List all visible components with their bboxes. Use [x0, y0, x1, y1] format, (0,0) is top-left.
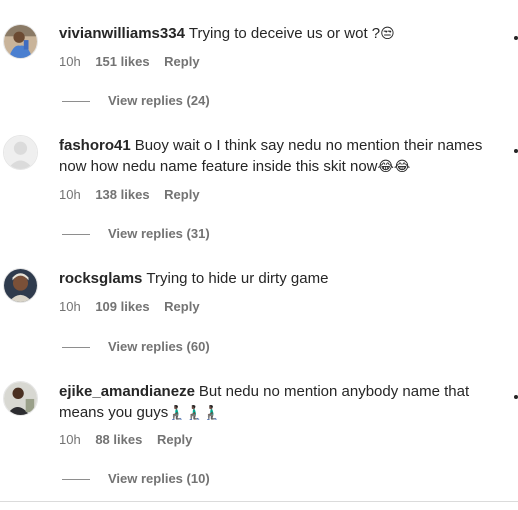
comment-time[interactable]: 10h	[59, 432, 81, 447]
username-link[interactable]: fashoro41	[59, 137, 131, 154]
comment-body: Trying to deceive us or wot ?	[188, 25, 381, 42]
username-link[interactable]: vivianwilliams334	[59, 25, 185, 42]
man-portrait-avatar-icon	[4, 382, 37, 415]
replies-divider	[62, 347, 90, 349]
avatar[interactable]	[3, 135, 38, 170]
default-avatar-icon	[4, 136, 37, 169]
likes-count[interactable]: 138 likes	[95, 187, 149, 202]
comment-body: Trying to hide ur dirty game	[146, 270, 329, 287]
reply-button[interactable]: Reply	[164, 187, 199, 202]
comment-text: fashoro41 Buoy wait o I think say nedu no…	[59, 135, 505, 178]
comment-time[interactable]: 10h	[59, 187, 81, 202]
woman-portrait-avatar-icon	[4, 269, 37, 302]
view-replies-label: View replies (31)	[108, 226, 210, 241]
comment-emoji: 😂😂	[377, 159, 411, 175]
comment-meta: 10h 88 likes Reply	[59, 432, 203, 448]
view-replies-label: View replies (60)	[108, 339, 210, 354]
replies-divider	[62, 101, 90, 103]
view-replies-button[interactable]: View replies (24)	[62, 93, 210, 109]
replies-divider	[62, 234, 90, 236]
view-replies-button[interactable]: View replies (10)	[62, 471, 210, 487]
avatar[interactable]	[3, 381, 38, 416]
avatar[interactable]	[3, 24, 38, 59]
bottom-divider	[0, 501, 518, 502]
comment-text: ejike_amandianeze But nedu no mention any…	[59, 381, 505, 424]
comment-meta: 10h 138 likes Reply	[59, 187, 211, 203]
reply-button[interactable]: Reply	[157, 432, 192, 447]
woman-in-blue-avatar-icon	[4, 25, 37, 58]
reply-button[interactable]: Reply	[164, 54, 199, 69]
comment-text: vivianwilliams334 Trying to deceive us or…	[59, 23, 505, 45]
comment-emoji: 😒	[380, 26, 395, 42]
comment-time[interactable]: 10h	[59, 54, 81, 69]
view-replies-label: View replies (10)	[108, 471, 210, 486]
more-options-icon[interactable]	[514, 36, 518, 40]
likes-count[interactable]: 109 likes	[95, 299, 149, 314]
comment-meta: 10h 109 likes Reply	[59, 299, 211, 315]
username-link[interactable]: rocksglams	[59, 270, 142, 287]
username-link[interactable]: ejike_amandianeze	[59, 383, 195, 400]
comment-text: rocksglams Trying to hide ur dirty game	[59, 268, 505, 289]
comment-emoji: 🧎🏿‍♂️🧎🏿‍♂️🧎🏿‍♂️	[168, 405, 221, 421]
likes-count[interactable]: 151 likes	[95, 54, 149, 69]
replies-divider	[62, 479, 90, 481]
more-options-icon[interactable]	[514, 149, 518, 153]
likes-count[interactable]: 88 likes	[95, 432, 142, 447]
comment-meta: 10h 151 likes Reply	[59, 54, 211, 70]
comment-time[interactable]: 10h	[59, 299, 81, 314]
view-replies-button[interactable]: View replies (60)	[62, 339, 210, 355]
reply-button[interactable]: Reply	[164, 299, 199, 314]
view-replies-label: View replies (24)	[108, 93, 210, 108]
more-options-icon[interactable]	[514, 395, 518, 399]
view-replies-button[interactable]: View replies (31)	[62, 226, 210, 242]
avatar[interactable]	[3, 268, 38, 303]
